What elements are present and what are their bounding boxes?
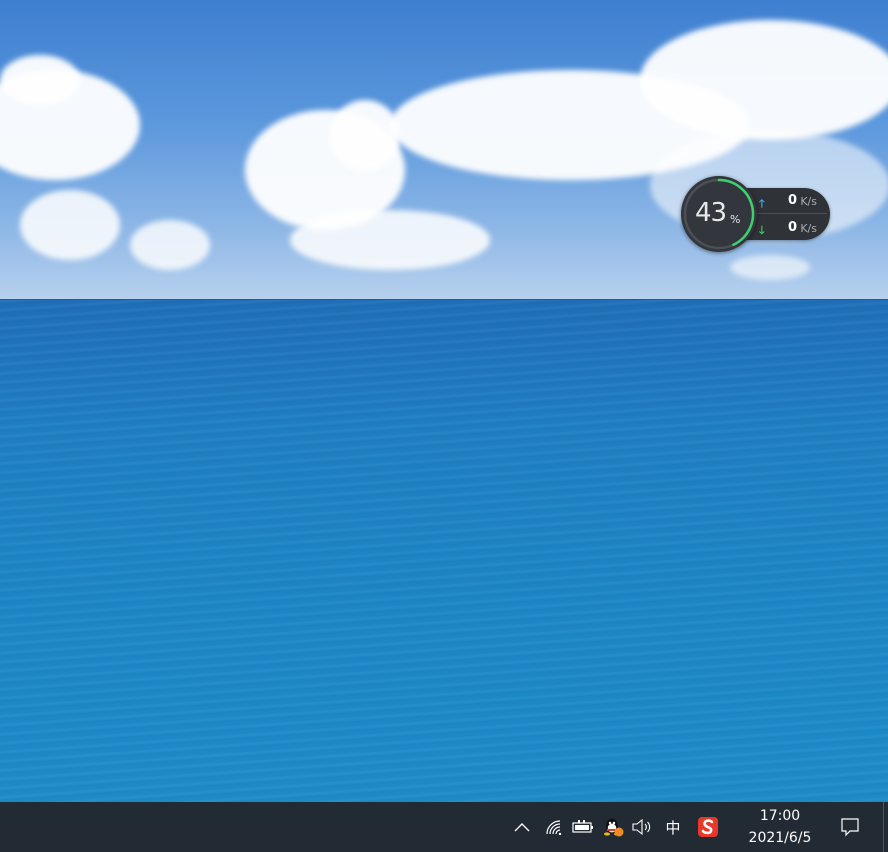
volume-icon	[632, 819, 651, 835]
battery-button[interactable]	[569, 802, 597, 852]
action-center-button[interactable]	[834, 802, 866, 852]
upload-speed-unit: K/s	[800, 195, 817, 208]
download-speed: 🡓 0 K/s	[757, 219, 827, 239]
battery-icon	[572, 820, 593, 833]
sea-wallpaper	[0, 300, 888, 802]
cloud	[0, 55, 80, 105]
ime-label: 中	[665, 818, 681, 837]
show-desktop-button[interactable]	[883, 802, 888, 852]
qq-tray-button[interactable]	[598, 802, 628, 852]
cloud	[290, 210, 490, 270]
volume-button[interactable]	[628, 802, 656, 852]
download-arrow-icon: 🡓	[759, 224, 765, 237]
speed-divider	[755, 213, 827, 214]
desktop: 43 % 🡑 0 K/s 🡓 0 K/s	[0, 0, 888, 802]
clock-date: 2021/6/5	[748, 830, 812, 846]
notification-icon	[841, 818, 859, 837]
cloud	[330, 100, 400, 170]
show-hidden-icons-button[interactable]	[508, 802, 536, 852]
chevron-up-icon	[514, 823, 530, 832]
taskbar: 中 17:00 2021/6/5	[0, 802, 888, 852]
upload-speed: 🡑 0 K/s	[757, 192, 827, 212]
sogou-input-button[interactable]	[694, 802, 722, 852]
clock-time: 17:00	[759, 808, 801, 824]
input-method-button[interactable]: 中	[660, 802, 686, 852]
memory-percent-unit: %	[730, 213, 741, 226]
memory-percent-value: 43	[695, 198, 727, 228]
wifi-icon	[546, 820, 562, 835]
cloud	[130, 220, 210, 270]
memory-network-widget[interactable]: 43 % 🡑 0 K/s 🡓 0 K/s	[681, 176, 831, 252]
download-speed-unit: K/s	[800, 222, 817, 235]
qq-icon	[604, 818, 624, 837]
cloud	[640, 20, 888, 140]
cloud	[730, 255, 810, 280]
upload-arrow-icon: 🡑	[759, 197, 765, 210]
clock-button[interactable]: 17:00 2021/6/5	[734, 802, 826, 852]
download-speed-value: 0	[787, 220, 797, 235]
cloud	[20, 190, 120, 260]
network-button[interactable]	[540, 802, 568, 852]
upload-speed-value: 0	[787, 193, 797, 208]
sogou-icon	[698, 817, 718, 837]
